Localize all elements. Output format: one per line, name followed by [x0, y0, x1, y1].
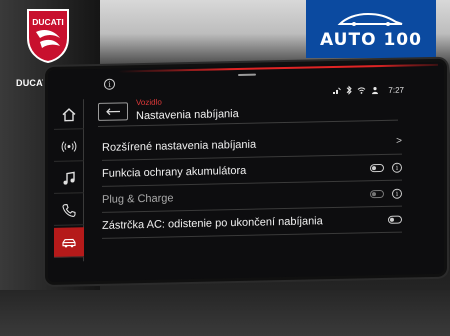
battery-protection-toggle[interactable]: [370, 163, 384, 173]
auto100-text: AUTO 100: [320, 30, 422, 50]
rail-music-button[interactable]: [54, 163, 84, 194]
side-rail: [54, 99, 84, 262]
ac-plug-unlock-toggle[interactable]: [388, 215, 402, 224]
rail-broadcast-button[interactable]: [54, 131, 84, 162]
list-item-label: Funkcia ochrany akumulátora: [102, 164, 247, 180]
list-item-label: Rozšírené nastavenia nabíjania: [102, 138, 257, 154]
home-icon: [62, 107, 76, 121]
breadcrumb[interactable]: Vozidlo: [136, 98, 162, 108]
list-item-label: Zástrčka AC: odistenie po ukončení nabíj…: [102, 215, 323, 232]
car-icon: [62, 238, 76, 247]
list-item-label: Plug & Charge: [102, 192, 174, 206]
dashboard-lower-trim: [0, 290, 450, 336]
ducati-logo-text: DUCATI: [32, 17, 63, 27]
phone-icon: [62, 203, 76, 217]
info-icon[interactable]: i: [104, 78, 115, 90]
rail-home-button[interactable]: [54, 99, 84, 130]
chevron-right-icon: >: [396, 135, 402, 147]
broadcast-icon: [61, 140, 77, 152]
settings-list: Rozšírené nastavenia nabíjania > Funkcia…: [102, 128, 402, 239]
back-button[interactable]: [98, 102, 128, 121]
info-icon[interactable]: i: [392, 162, 402, 173]
page-title: Nastavenia nabíjania: [136, 108, 239, 123]
infotainment-screen: i 7:27 Vozidlo Nastavenia nabíjania Rozš…: [48, 61, 444, 282]
rail-car-button[interactable]: [54, 227, 84, 258]
auto100-badge: AUTO 100: [306, 0, 436, 58]
music-icon: [63, 171, 75, 185]
car-silhouette-icon: [337, 12, 403, 26]
rail-phone-button[interactable]: [54, 195, 84, 226]
plug-charge-toggle[interactable]: [370, 189, 384, 199]
back-arrow-icon: [106, 108, 120, 116]
ducati-shield-icon: DUCATI: [27, 9, 69, 64]
page-header: Vozidlo Nastavenia nabíjania: [98, 90, 398, 127]
list-item-ac-plug-unlock[interactable]: Zástrčka AC: odistenie po ukončení nabíj…: [102, 206, 402, 239]
info-icon[interactable]: i: [392, 188, 402, 199]
grab-handle[interactable]: [238, 73, 256, 77]
